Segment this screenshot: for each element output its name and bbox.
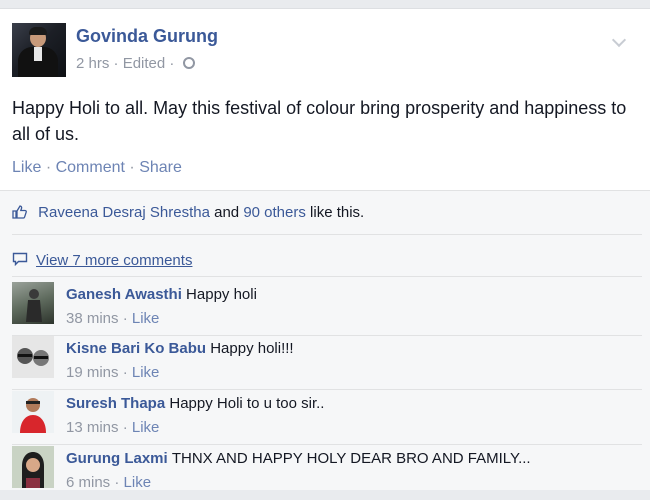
commenter-name: Suresh Thapa Happy Holi to u too sir.. (66, 395, 324, 412)
post-text: Happy Holi to all. May this festival of … (12, 98, 627, 144)
comment-meta: 19 mins · Like (66, 364, 160, 381)
commenter-name: Kisne Bari Ko Babu Happy holi!!! (66, 340, 294, 357)
comment-divider (12, 444, 642, 445)
post-meta: 2 hrs · Edited · (76, 55, 195, 72)
commenter-name: Gurung Laxmi THNX AND HAPPY HOLY DEAR BR… (66, 450, 531, 467)
comments-section: Raveena Desraj Shrestha and 90 others li… (0, 190, 650, 491)
comment-meta: 38 mins · Like (66, 310, 160, 327)
comment-item: Ganesh Awasthi Happy holi 38 mins · Like (12, 282, 642, 336)
comment-like-button[interactable]: Like (132, 310, 160, 327)
author-avatar[interactable] (12, 23, 66, 77)
commenter-avatar[interactable] (12, 446, 54, 488)
edited-label[interactable]: Edited (123, 55, 166, 72)
comment-like-button[interactable]: Like (132, 419, 160, 436)
thumbs-up-icon (12, 205, 27, 219)
view-more-comments-link[interactable]: View 7 more comments (36, 252, 192, 269)
comment-like-button[interactable]: Like (132, 364, 160, 381)
ufi-divider (0, 190, 650, 191)
likes-summary: Raveena Desraj Shrestha and 90 others li… (12, 204, 364, 221)
likes-suffix-text: like this. (305, 204, 365, 221)
view-more-divider (12, 276, 642, 277)
view-more-row: View 7 more comments (12, 252, 192, 269)
others-link[interactable]: 90 others (243, 204, 306, 221)
comment-time[interactable]: 19 mins (66, 364, 119, 381)
comment-text: Happy holi!!! (210, 340, 294, 357)
commenter-avatar[interactable] (12, 336, 54, 378)
comment-text: Happy Holi to u too sir.. (169, 395, 325, 412)
commenter-name-link[interactable]: Suresh Thapa (66, 395, 165, 412)
post-actions: Like · Comment · Share (12, 159, 182, 176)
liker-name-link[interactable]: Raveena Desraj Shrestha (38, 204, 210, 221)
comment-time[interactable]: 38 mins (66, 310, 119, 327)
commenter-avatar[interactable] (12, 282, 54, 324)
comment-item: Gurung Laxmi THNX AND HAPPY HOLY DEAR BR… (12, 446, 642, 500)
comment-text: THNX AND HAPPY HOLY DEAR BRO AND FAMILY.… (171, 450, 531, 467)
comment-time[interactable]: 13 mins (66, 419, 119, 436)
comment-item: Suresh Thapa Happy Holi to u too sir.. 1… (12, 391, 642, 445)
commenter-name-link[interactable]: Gurung Laxmi (66, 450, 168, 467)
comment-text: Happy holi (186, 286, 257, 303)
share-button[interactable]: Share (139, 159, 182, 176)
comment-like-button[interactable]: Like (124, 474, 152, 491)
commenter-name-link[interactable]: Ganesh Awasthi (66, 286, 182, 303)
like-button[interactable]: Like (12, 159, 41, 176)
likes-and-text: and (209, 204, 244, 221)
chevron-down-icon[interactable] (611, 32, 627, 48)
comment-time[interactable]: 6 mins (66, 474, 110, 491)
author-name[interactable]: Govinda Gurung (76, 26, 218, 47)
comment-meta: 13 mins · Like (66, 419, 160, 436)
commenter-name-link[interactable]: Kisne Bari Ko Babu (66, 340, 206, 357)
comment-button[interactable]: Comment (56, 159, 125, 176)
commenter-name: Ganesh Awasthi Happy holi (66, 286, 257, 303)
comment-item: Kisne Bari Ko Babu Happy holi!!! 19 mins… (12, 336, 642, 390)
post-card: Govinda Gurung 2 hrs · Edited · Happy Ho… (0, 8, 650, 491)
post-time[interactable]: 2 hrs (76, 55, 109, 72)
commenter-avatar[interactable] (12, 391, 54, 433)
post-header: Govinda Gurung 2 hrs · Edited · (12, 23, 632, 81)
comment-divider (12, 389, 642, 390)
comment-meta: 6 mins · Like (66, 474, 152, 491)
globe-icon[interactable] (182, 57, 195, 69)
comment-bubble-icon (12, 252, 28, 266)
likes-divider (12, 234, 642, 235)
